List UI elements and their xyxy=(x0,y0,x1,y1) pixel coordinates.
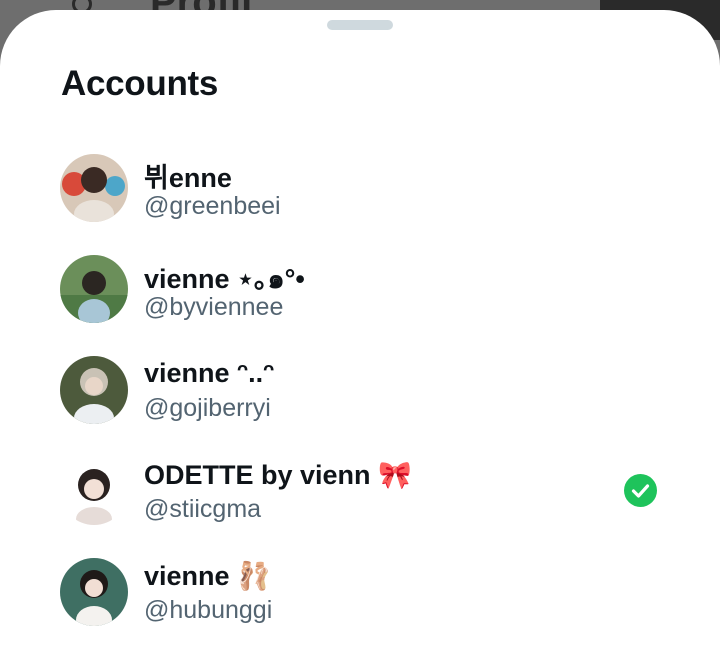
avatar xyxy=(60,356,128,424)
account-name: vienne ᵔ..ᵔ xyxy=(144,358,275,388)
account-row[interactable]: vienne 🩰 @hubunggi xyxy=(0,546,720,647)
account-handle: @hubunggi xyxy=(144,596,273,624)
avatar xyxy=(60,154,128,222)
account-name: 뷔enne xyxy=(144,163,232,193)
account-list: 뷔enne @greenbeei vienne ⋆｡๑°• @byviennee xyxy=(0,142,720,647)
account-handle: @stiicgma xyxy=(144,495,262,523)
sheet-drag-handle[interactable] xyxy=(327,20,393,30)
avatar xyxy=(60,558,128,626)
account-handle: @gojiberryi xyxy=(144,394,271,422)
account-row[interactable]: vienne ᵔ..ᵔ @gojiberryi xyxy=(0,344,720,445)
avatar xyxy=(60,457,128,525)
accounts-bottom-sheet: Accounts 뷔enne @greenbeei vienne ⋆｡๑°• @… xyxy=(0,10,720,647)
account-name: ODETTE by vienn 🎀 xyxy=(144,460,412,490)
account-row[interactable]: vienne ⋆｡๑°• @byviennee xyxy=(0,243,720,344)
selected-check-icon xyxy=(624,474,657,507)
account-row[interactable]: 뷔enne @greenbeei xyxy=(0,142,720,243)
account-handle: @byviennee xyxy=(144,293,284,321)
avatar xyxy=(60,255,128,323)
account-row[interactable]: ODETTE by vienn 🎀 @stiicgma xyxy=(0,445,720,546)
account-handle: @greenbeei xyxy=(144,192,281,220)
sheet-title: Accounts xyxy=(61,64,219,103)
account-name: vienne 🩰 xyxy=(144,561,271,591)
